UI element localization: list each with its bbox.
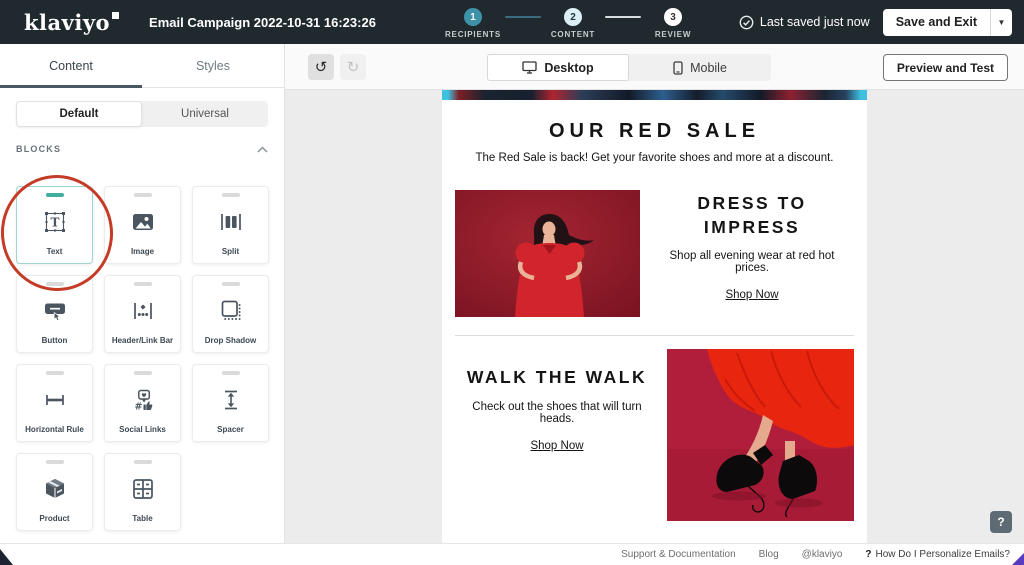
section-body[interactable]: Check out the shoes that will turn heads…: [457, 401, 657, 425]
email-subheading[interactable]: The Red Sale is back! Get your favorite …: [442, 152, 867, 164]
mobile-view-button[interactable]: Mobile: [629, 54, 771, 81]
shop-now-link[interactable]: Shop Now: [530, 440, 583, 452]
sidebar-tabs: Content Styles: [0, 44, 284, 88]
campaign-title: Email Campaign 2022-10-31 16:23:26: [149, 14, 376, 30]
undo-button[interactable]: ↺: [308, 54, 334, 80]
block-social-links[interactable]: # Social Links: [104, 364, 181, 442]
step-review[interactable]: 3 REVIEW: [641, 8, 705, 39]
email-section-walk[interactable]: WALK THE WALK Check out the shoes that w…: [442, 349, 867, 521]
email-heading[interactable]: OUR RED SALE: [442, 120, 867, 143]
social-links-icon: #: [129, 375, 157, 425]
save-and-exit-dropdown[interactable]: ▼: [991, 9, 1012, 36]
collapse-chevron-icon[interactable]: [257, 145, 268, 153]
corner-artifact: [1012, 553, 1024, 565]
block-button[interactable]: Button: [16, 275, 93, 353]
cursor-artifact: [0, 549, 13, 565]
klaviyo-logo-flag-icon: [112, 11, 120, 19]
email-preview[interactable]: OUR RED SALE The Red Sale is back! Get y…: [442, 90, 867, 543]
block-text[interactable]: T Text: [16, 186, 93, 264]
device-view-toggle: Desktop Mobile: [487, 54, 771, 81]
shop-now-link[interactable]: Shop Now: [725, 289, 778, 301]
red-skirt-black-boots-image[interactable]: [667, 349, 854, 521]
email-canvas[interactable]: OUR RED SALE The Red Sale is back! Get y…: [285, 90, 1024, 543]
email-divider[interactable]: [455, 335, 854, 336]
undo-icon: ↺: [314, 59, 328, 76]
button-icon: [41, 286, 69, 336]
save-status: Last saved just now: [739, 15, 870, 30]
tab-styles[interactable]: Styles: [142, 44, 284, 87]
section-body[interactable]: Shop all evening wear at red hot prices.: [654, 250, 850, 274]
desktop-icon: [522, 61, 537, 74]
save-and-exit-split-button: Save and Exit ▼: [882, 8, 1012, 36]
save-and-exit-button[interactable]: Save and Exit: [883, 8, 991, 36]
sidebar: Content Styles Default Universal BLOCKS …: [0, 44, 285, 543]
editor-toolbar: ↺ ↻ Desktop Mobile Preview and Test: [285, 44, 1024, 90]
chevron-down-icon: ▼: [997, 17, 1006, 27]
footer-bar: Support & Documentation Blog @klaviyo ? H…: [0, 543, 1024, 565]
stepper: 1 RECIPIENTS 2 CONTENT 3 REVIEW: [441, 8, 705, 39]
spacer-icon: [217, 375, 245, 425]
help-button[interactable]: ?: [990, 511, 1012, 533]
footer-link-klaviyo[interactable]: @klaviyo: [802, 549, 843, 560]
step-recipients-circle: 1: [464, 8, 482, 26]
redo-icon: ↻: [346, 59, 360, 76]
step-review-circle: 3: [664, 8, 682, 26]
woman-in-red-dress-image[interactable]: [455, 190, 640, 317]
mode-universal[interactable]: Universal: [142, 101, 268, 127]
section-title[interactable]: DRESS TO IMPRESS: [654, 192, 850, 239]
product-icon: [41, 464, 69, 514]
step-connector-done: [505, 16, 541, 18]
header-link-bar-icon: [129, 286, 157, 336]
svg-text:T: T: [50, 216, 59, 230]
klaviyo-logo[interactable]: klaviyo: [24, 10, 120, 35]
active-tab-underline: [0, 85, 142, 88]
email-section-dress[interactable]: DRESS TO IMPRESS Shop all evening wear a…: [442, 190, 867, 317]
horizontal-rule-icon: [41, 375, 69, 425]
mobile-icon: [673, 60, 683, 75]
question-mark-icon: ?: [865, 549, 872, 560]
editor-main: ↺ ↻ Desktop Mobile Preview and Test OUR …: [285, 44, 1024, 543]
step-connector-todo: [605, 16, 641, 18]
table-icon: [129, 464, 157, 514]
block-table[interactable]: Table: [104, 453, 181, 531]
footer-link-support[interactable]: Support & Documentation: [621, 549, 736, 560]
block-drop-shadow[interactable]: Drop Shadow: [192, 275, 269, 353]
blocks-grid: T Text Image Split Button Header/Link Ba…: [16, 186, 269, 531]
block-mode-toggle: Default Universal: [16, 101, 268, 127]
step-content[interactable]: 2 CONTENT: [541, 8, 605, 39]
top-bar: klaviyo Email Campaign 2022-10-31 16:23:…: [0, 0, 1024, 44]
preview-and-test-button[interactable]: Preview and Test: [882, 54, 1008, 81]
split-icon: [217, 197, 245, 247]
block-horizontal-rule[interactable]: Horizontal Rule: [16, 364, 93, 442]
text-icon: T: [41, 197, 69, 247]
desktop-view-button[interactable]: Desktop: [487, 54, 629, 81]
drop-shadow-icon: [217, 286, 245, 336]
personalize-emails-help-link[interactable]: ? How Do I Personalize Emails?: [865, 549, 1010, 560]
section-title[interactable]: WALK THE WALK: [457, 366, 657, 390]
block-header-link-bar[interactable]: Header/Link Bar: [104, 275, 181, 353]
footer-link-blog[interactable]: Blog: [759, 549, 779, 560]
blocks-header: BLOCKS: [16, 144, 268, 154]
step-content-circle: 2: [564, 8, 582, 26]
email-header-banner-image[interactable]: [442, 90, 867, 100]
block-product[interactable]: Product: [16, 453, 93, 531]
tab-content[interactable]: Content: [0, 44, 142, 87]
step-recipients[interactable]: 1 RECIPIENTS: [441, 8, 505, 39]
block-image[interactable]: Image: [104, 186, 181, 264]
image-icon: [129, 197, 157, 247]
block-spacer[interactable]: Spacer: [192, 364, 269, 442]
block-split[interactable]: Split: [192, 186, 269, 264]
mode-default[interactable]: Default: [16, 101, 142, 127]
svg-text:#: #: [134, 402, 142, 413]
redo-button[interactable]: ↻: [340, 54, 366, 80]
saved-check-icon: [739, 15, 754, 29]
